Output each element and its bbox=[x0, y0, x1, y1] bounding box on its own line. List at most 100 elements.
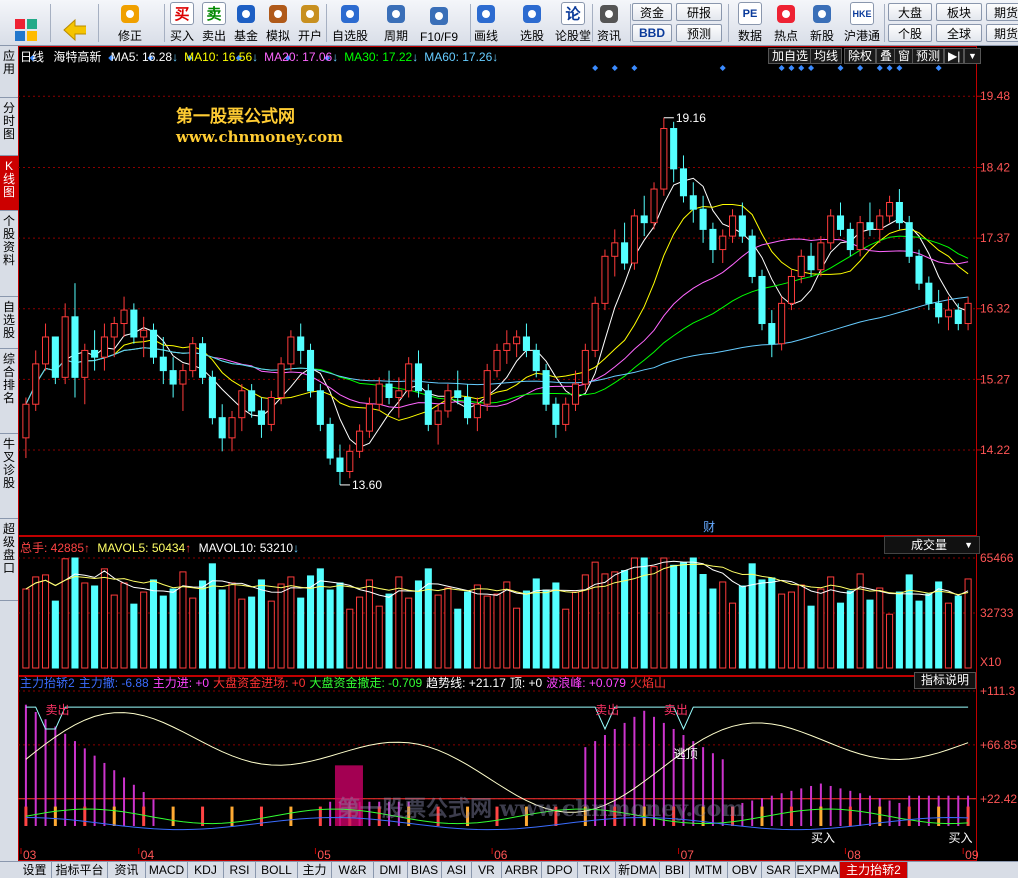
left-tab-6[interactable]: 牛叉诊股 bbox=[0, 434, 18, 519]
hammer-button[interactable]: 模拟 bbox=[262, 2, 294, 44]
kline-btn-3[interactable]: 叠 bbox=[876, 48, 897, 64]
discuss-button[interactable]: 论论股堂 bbox=[552, 2, 594, 44]
candle-body bbox=[522, 336, 530, 351]
bottom-tab-2[interactable]: 资讯 bbox=[108, 862, 146, 878]
toolbar-zijin-button[interactable]: 资金 bbox=[632, 3, 672, 21]
bottom-tab-15[interactable]: TRIX bbox=[578, 862, 616, 878]
kline-btn-0[interactable]: 加自选 bbox=[768, 48, 813, 64]
f10-button[interactable]: F10/F9 bbox=[416, 2, 462, 44]
bottom-tab-0[interactable]: 设置 bbox=[18, 862, 52, 878]
lock-button[interactable]: 开户 bbox=[294, 2, 326, 44]
toolbar-bbd-button[interactable]: BBD bbox=[632, 24, 672, 42]
bottom-tab-14[interactable]: DPO bbox=[542, 862, 578, 878]
volume-bar bbox=[630, 557, 638, 669]
toolbar-separator bbox=[470, 4, 471, 42]
news-button[interactable]: 资讯 bbox=[594, 2, 624, 44]
left-tab-3[interactable]: 个股资料 bbox=[0, 211, 18, 297]
left-tab-5[interactable]: 综合排名 bbox=[0, 349, 18, 434]
bottom-tab-13[interactable]: ARBR bbox=[502, 862, 542, 878]
f10-icon bbox=[427, 4, 451, 28]
toolbar-bankuai-button[interactable]: 板块 bbox=[936, 3, 982, 21]
bottom-tab-4[interactable]: KDJ bbox=[188, 862, 224, 878]
toolbar-yuce-button[interactable]: 预测 bbox=[676, 24, 722, 42]
bottom-tab-22[interactable]: 主力抬轿2 bbox=[840, 862, 908, 878]
fund-button[interactable]: 基金 bbox=[230, 2, 262, 44]
chevron-down-icon[interactable]: ▼ bbox=[964, 48, 981, 64]
hk-connect-button[interactable]: HKE 沪港通 bbox=[842, 2, 882, 44]
bottom-tab-10[interactable]: BIAS bbox=[408, 862, 442, 878]
left-tab-2[interactable]: K线图 bbox=[0, 156, 18, 211]
kline-btn-5[interactable]: 预测 bbox=[912, 48, 945, 64]
bottom-tab-6[interactable]: BOLL bbox=[256, 862, 298, 878]
candle-body bbox=[61, 316, 69, 378]
toolbar-qiquan-button[interactable]: 期货 bbox=[986, 24, 1018, 42]
indicator-explain-button[interactable]: 指标说明 bbox=[914, 672, 976, 689]
toolbar-separator bbox=[592, 4, 593, 42]
pe-button[interactable]: PE 数据 bbox=[734, 2, 766, 44]
bottom-tab-20[interactable]: SAR bbox=[762, 862, 796, 878]
bottom-tab-5[interactable]: RSI bbox=[224, 862, 256, 878]
kline-btn-2[interactable]: 除权 bbox=[844, 48, 877, 64]
bottom-tab-18[interactable]: MTM bbox=[690, 862, 728, 878]
chart-area[interactable]: 19.48 18.42 17.37 16.32 15.27 14.22 19.16 13.60… bbox=[18, 46, 1018, 861]
clock-button[interactable]: 周期 bbox=[376, 2, 416, 44]
bottom-tab-11[interactable]: ASI bbox=[442, 862, 472, 878]
bottom-tab-9[interactable]: DMI bbox=[374, 862, 408, 878]
indicator-panel[interactable]: +111.3 +66.85 +22.42 卖出 卖出 卖出逃顶买入 买入 第一股票公式网 ww… bbox=[18, 676, 1018, 861]
bottom-tab-17[interactable]: BBI bbox=[660, 862, 690, 878]
star-button[interactable]: 自选股 bbox=[330, 2, 370, 44]
buy-signal-label: 买入 bbox=[811, 831, 835, 845]
bottom-tab-12[interactable]: VR bbox=[472, 862, 502, 878]
volume-bar bbox=[110, 594, 118, 669]
bottom-tab-7[interactable]: 主力 bbox=[298, 862, 332, 878]
toolbar-button-label: 卖出 bbox=[201, 29, 226, 43]
bottom-tab-1[interactable]: 指标平台 bbox=[52, 862, 108, 878]
kline-btn-4[interactable]: 窗 bbox=[894, 48, 915, 64]
toolbar-qihuo-button[interactable]: 期货 bbox=[986, 3, 1018, 21]
bottom-tab-3[interactable]: MACD bbox=[146, 862, 188, 878]
candle-body bbox=[346, 450, 354, 472]
kline-panel[interactable]: 19.48 18.42 17.37 16.32 15.27 14.22 19.16 13.60… bbox=[18, 46, 1018, 536]
left-tab-0[interactable]: 应用 bbox=[0, 46, 18, 98]
volume-bar bbox=[454, 608, 462, 669]
refresh-button[interactable]: 修正 bbox=[100, 2, 160, 44]
bottom-tab-21[interactable]: EXPMA bbox=[796, 862, 840, 878]
hot-button[interactable]: 热点 bbox=[770, 2, 802, 44]
bottom-tab-16[interactable]: 新DMA bbox=[616, 862, 660, 878]
candle-body bbox=[611, 242, 619, 257]
left-tab-1[interactable]: 分时图 bbox=[0, 98, 18, 156]
volume-indicator-dropdown[interactable]: 成交量 ▼ bbox=[884, 536, 980, 554]
candle-body bbox=[827, 215, 835, 244]
bottom-tab-19[interactable]: OBV bbox=[728, 862, 762, 878]
event-marker-icon bbox=[778, 65, 785, 71]
pen-button[interactable]: 画线 bbox=[466, 2, 506, 44]
buy-button[interactable]: 买买入 bbox=[166, 2, 198, 44]
sell-button[interactable]: 卖卖出 bbox=[198, 2, 230, 44]
back-arrow-button[interactable] bbox=[52, 2, 96, 44]
refresh-icon bbox=[118, 2, 142, 25]
new-stock-button[interactable]: 新股 bbox=[806, 2, 838, 44]
wave-peak-bar bbox=[839, 788, 842, 826]
volume-bar bbox=[944, 602, 953, 669]
grid-button[interactable] bbox=[2, 2, 50, 44]
flame-bar bbox=[789, 806, 793, 826]
kline-info-line: 日线 海特高新 MA5: 16.28↓ MA10: 16.56↓ MA20: 17.… bbox=[20, 48, 498, 65]
toolbar-gegu-button[interactable]: 个股 bbox=[888, 24, 932, 42]
screen-button[interactable]: 选股 bbox=[512, 2, 552, 44]
volume-bar bbox=[807, 605, 815, 669]
toolbar-yanbao-button[interactable]: 研报 bbox=[676, 3, 722, 21]
next-arrow-icon[interactable]: ▶| bbox=[944, 48, 965, 64]
event-marker-icon bbox=[631, 65, 638, 71]
volume-bar bbox=[483, 595, 491, 669]
candle-body bbox=[434, 410, 442, 425]
left-tab-7[interactable]: 超级盘口 bbox=[0, 519, 18, 601]
left-tab-4[interactable]: 自选股 bbox=[0, 297, 18, 349]
event-marker-icon bbox=[896, 65, 903, 71]
candle-body bbox=[395, 390, 403, 399]
kline-btn-1[interactable]: 均线 bbox=[810, 48, 843, 64]
bottom-tab-8[interactable]: W&R bbox=[332, 862, 374, 878]
volume-panel[interactable]: 65466 32733 X10 bbox=[18, 536, 1018, 676]
toolbar-button-label: 选股 bbox=[519, 29, 544, 43]
toolbar-quanqiu-button[interactable]: 全球 bbox=[936, 24, 982, 42]
toolbar-dapan-button[interactable]: 大盘 bbox=[888, 3, 932, 21]
